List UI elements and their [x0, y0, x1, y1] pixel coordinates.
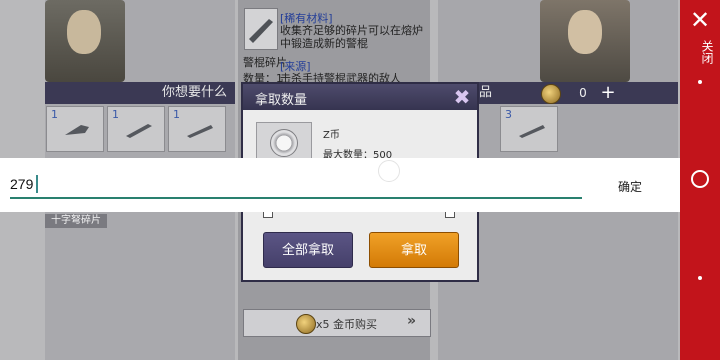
coin-value: 0	[579, 86, 587, 100]
coin-icon	[541, 84, 561, 104]
dialog-item-name: Z币	[323, 130, 340, 141]
crossbow-icon	[65, 125, 89, 135]
item-tag: 十字弩碎片	[45, 214, 107, 228]
item-slot[interactable]: 1	[107, 106, 165, 152]
coin-icon	[296, 314, 316, 334]
text-caret	[36, 175, 38, 193]
close-label[interactable]: 关闭	[686, 40, 714, 64]
slot-count: 1	[112, 108, 119, 121]
take-button[interactable]: 拿取	[369, 232, 459, 268]
confirm-button[interactable]: 确定	[618, 178, 642, 195]
item-slot[interactable]: 1	[46, 106, 104, 152]
slot-count: 1	[173, 108, 180, 121]
record-ring-icon[interactable]	[691, 170, 709, 188]
slot-count: 3	[505, 108, 512, 121]
item-slot[interactable]: 1	[168, 106, 226, 152]
dot-icon	[698, 276, 702, 280]
blade-icon	[126, 124, 152, 138]
character-portrait-right	[540, 0, 630, 82]
buy-label: x5 金币购买	[316, 318, 378, 331]
left-header: 你想要什么	[45, 82, 235, 104]
baton-icon	[519, 125, 545, 138]
quantity-input[interactable]: 279	[10, 176, 33, 192]
slot-count: 1	[51, 108, 58, 121]
loading-ring-icon	[378, 160, 400, 182]
input-underline	[10, 197, 582, 199]
add-coin-button[interactable]: +	[600, 83, 616, 103]
baton-fragment-icon	[244, 8, 278, 50]
character-portrait-left	[45, 0, 125, 82]
dot-icon	[698, 80, 702, 84]
close-icon[interactable]: ✖	[451, 86, 473, 108]
item-slot[interactable]: 3	[500, 106, 558, 152]
take-all-button[interactable]: 全部拿取	[263, 232, 353, 268]
baton-icon	[187, 125, 213, 138]
double-arrow-icon: »	[407, 313, 416, 329]
rare-material-desc: 收集齐足够的碎片可以在熔炉中锻造成新的警棍	[280, 24, 423, 50]
dialog-header: 拿取数量 ✖	[243, 84, 477, 110]
text-input-overlay	[0, 158, 680, 212]
dialog-title: 拿取数量	[255, 93, 308, 108]
close-icon[interactable]: ✕	[686, 6, 714, 34]
